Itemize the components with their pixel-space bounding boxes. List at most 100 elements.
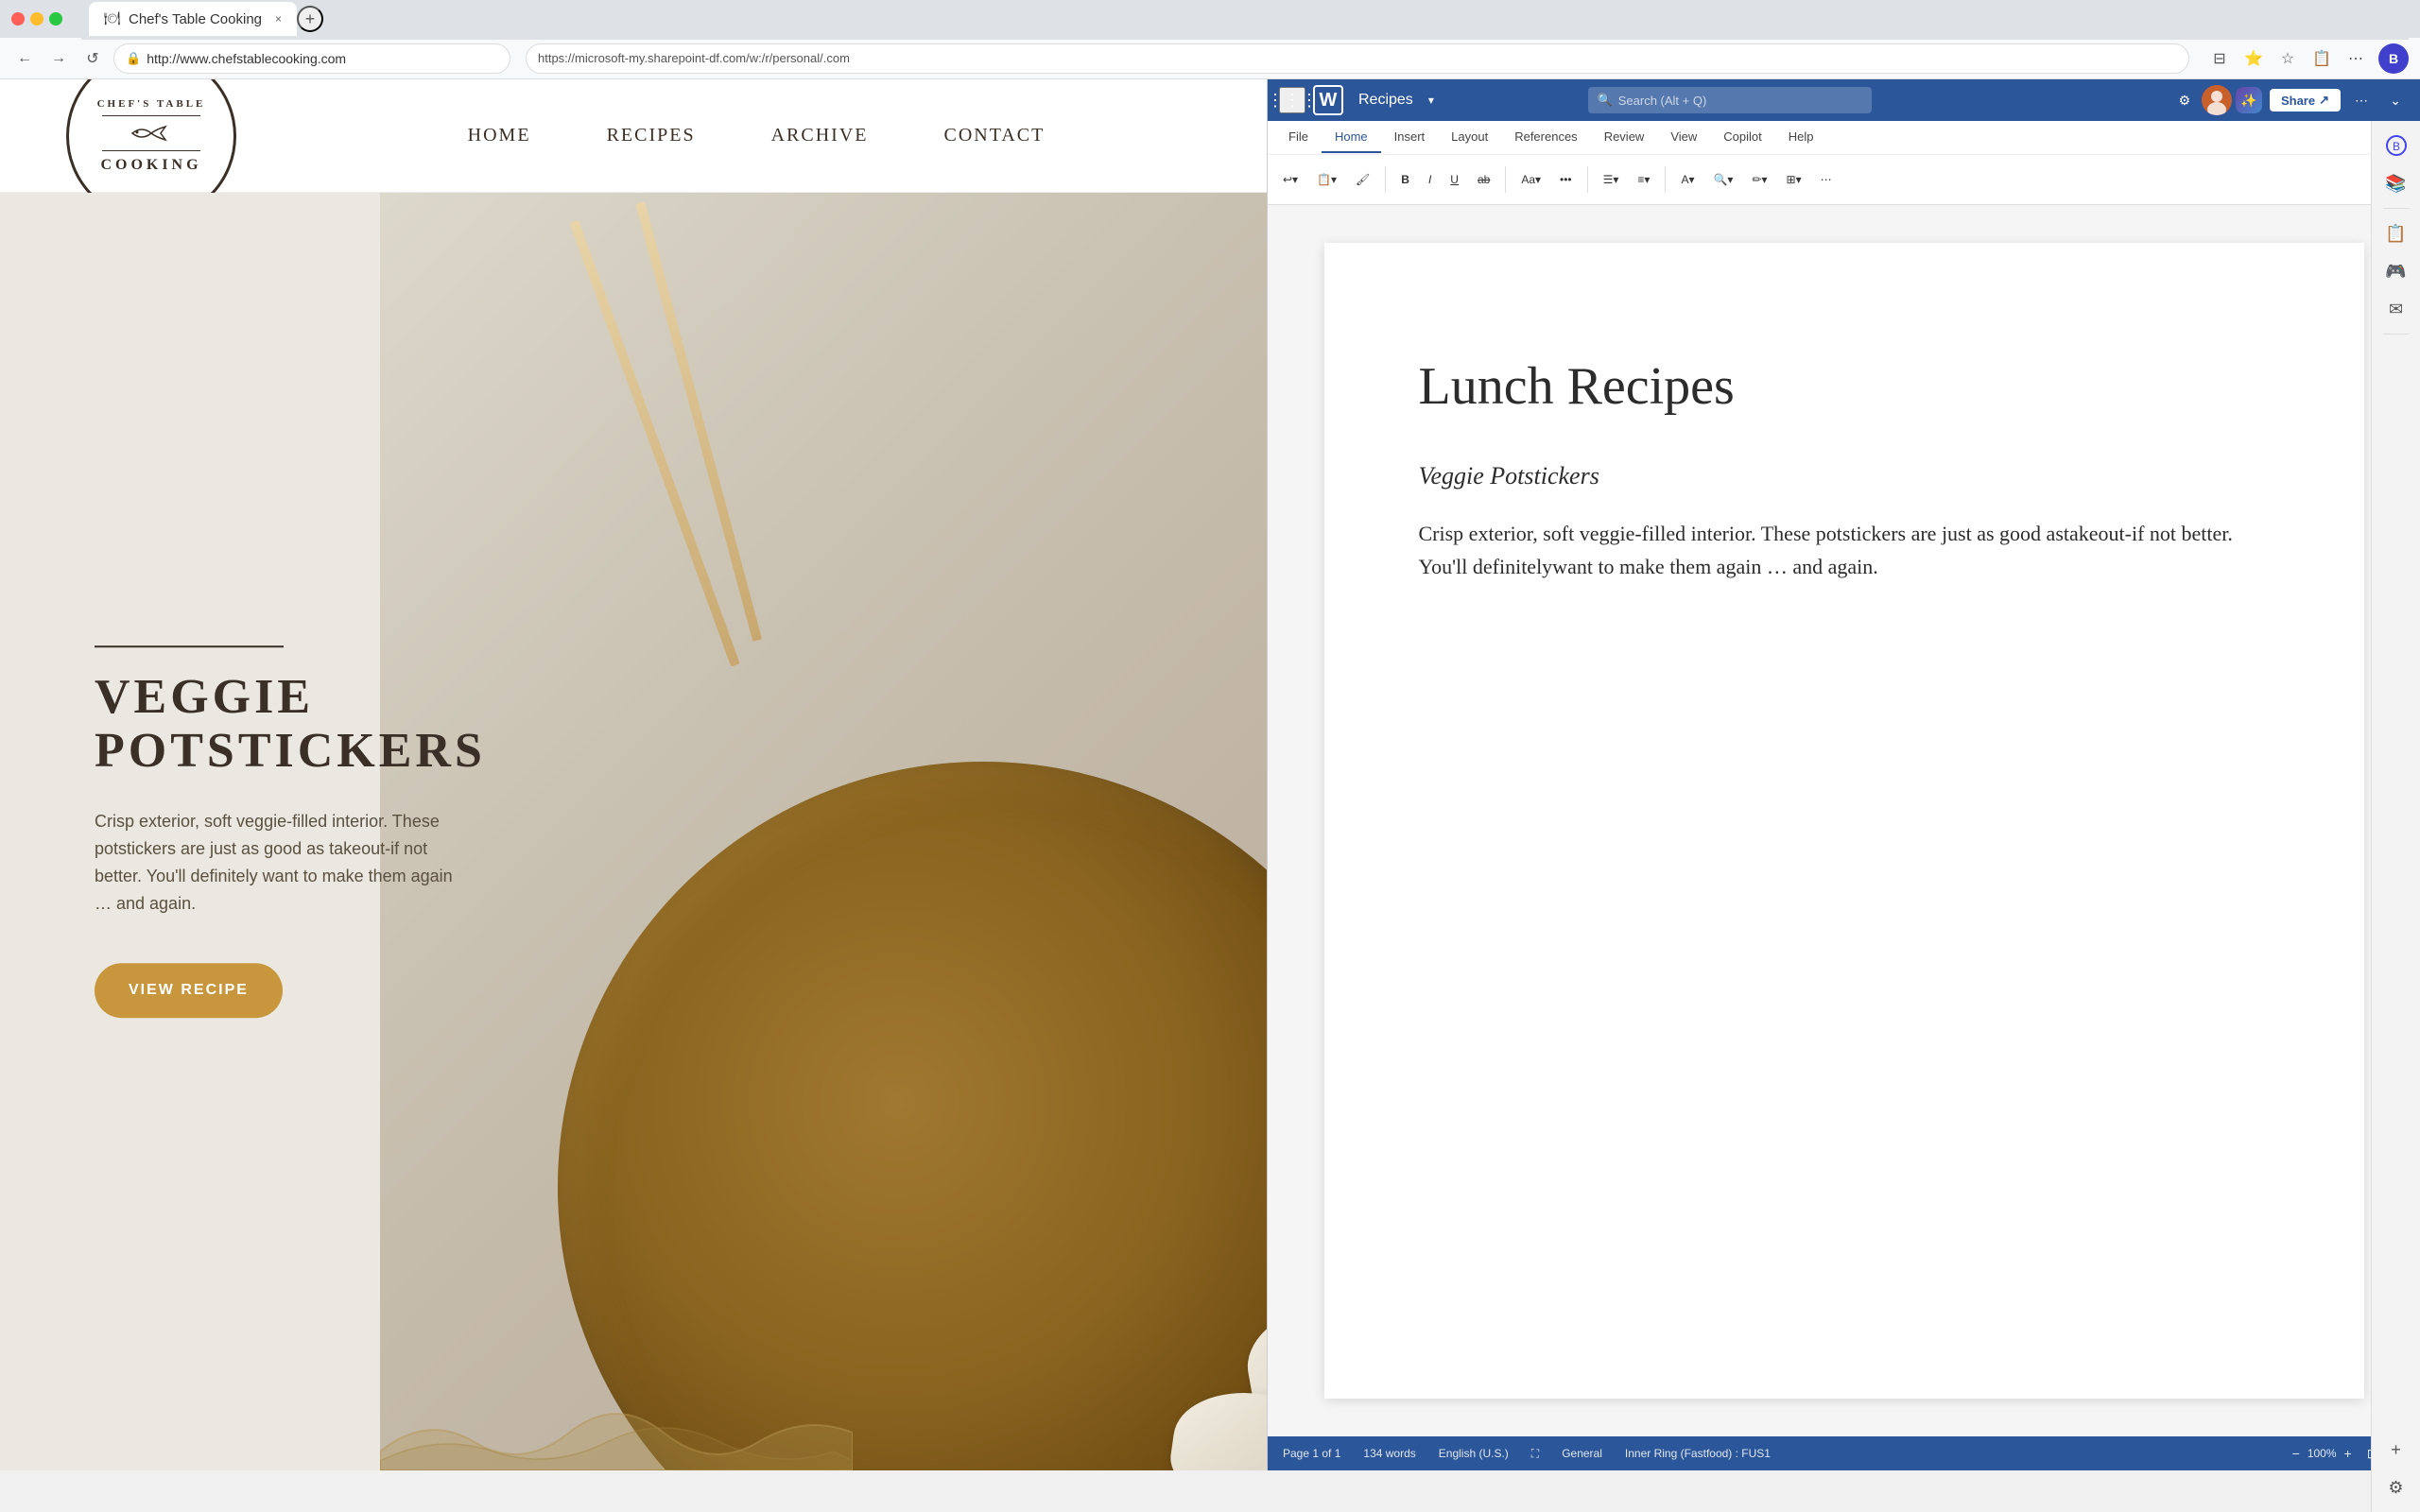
ribbon-tab-file[interactable]: File — [1275, 122, 1322, 153]
ring-indicator: Inner Ring (Fastfood) : FUS1 — [1625, 1447, 1771, 1460]
logo-divider — [102, 115, 200, 116]
title-bar: 🍽 Chef's Table Cooking × + — [0, 0, 2420, 38]
doc-name-dropdown-icon[interactable]: ▾ — [1428, 94, 1434, 107]
hero-content: VEGGIE POTSTICKERS Crisp exterior, soft … — [95, 645, 454, 1018]
word-search-placeholder: Search (Alt + Q) — [1618, 94, 1707, 108]
word-count: 134 words — [1363, 1447, 1415, 1460]
word-online-panel: ⋮⋮⋮ W Recipes ▾ 🔍 Search (Alt + Q) ⚙ — [1267, 79, 2420, 1470]
tab-close-icon[interactable]: × — [275, 12, 282, 26]
find-button[interactable]: 🔍▾ — [1705, 166, 1740, 193]
toolbar-right-icons: ⊟ ⭐ ☆ 📋 ⋯ B — [2204, 43, 2409, 74]
app-grid-button[interactable]: ⋮⋮⋮ — [1279, 87, 1305, 113]
word-ribbon: File Home Insert Layout References Revie… — [1268, 121, 2420, 205]
maximize-button[interactable] — [49, 12, 62, 26]
ribbon-tab-bar: File Home Insert Layout References Revie… — [1268, 121, 2420, 155]
word-doc-name-button[interactable]: Recipes — [1351, 88, 1421, 112]
editor-button[interactable]: ✏▾ — [1744, 166, 1774, 193]
align-button[interactable]: ≡▾ — [1630, 166, 1657, 193]
ribbon-tab-review[interactable]: Review — [1591, 122, 1658, 153]
word-share-button[interactable]: Share ↗ — [2270, 89, 2341, 112]
sidebar-copilot-icon[interactable]: B — [2379, 129, 2413, 163]
sidebar-outlook-icon[interactable]: ✉ — [2379, 292, 2413, 326]
ribbon-more-button[interactable]: ⋯ — [1813, 166, 1840, 193]
bullets-button[interactable]: ☰▾ — [1596, 166, 1627, 193]
hero-title-line2: POTSTICKERS — [95, 724, 486, 778]
word-more-button[interactable]: ⋯ — [2348, 87, 2375, 113]
logo-text-bottom: COOKING — [100, 157, 201, 174]
zoom-level: 100% — [2308, 1447, 2337, 1460]
window-controls — [11, 12, 62, 26]
ribbon-tab-view[interactable]: View — [1657, 122, 1710, 153]
ribbon-tab-layout[interactable]: Layout — [1438, 122, 1501, 153]
word-top-bar: ⋮⋮⋮ W Recipes ▾ 🔍 Search (Alt + Q) ⚙ — [1268, 79, 2420, 121]
ribbon-tab-insert[interactable]: Insert — [1381, 122, 1439, 153]
word-copilot-button[interactable]: ✨ — [2236, 87, 2262, 113]
highlight-button[interactable]: A▾ — [1673, 166, 1702, 193]
sidebar-collections-icon[interactable]: 📚 — [2379, 166, 2413, 200]
format-painter-button[interactable]: 🖌 — [1348, 166, 1377, 193]
url-text: https://microsoft-my.sharepoint-df.com/w… — [538, 51, 850, 65]
font-size-button[interactable]: Aa▾ — [1513, 166, 1548, 193]
forward-button[interactable]: → — [45, 45, 72, 72]
bold-button[interactable]: B — [1393, 166, 1417, 193]
italic-button[interactable]: I — [1421, 166, 1439, 193]
zoom-out-button[interactable]: − — [2292, 1446, 2300, 1461]
ribbon-sep-2 — [1505, 166, 1506, 193]
view-recipe-button[interactable]: VIEW RECIPE — [95, 963, 283, 1018]
bookmark-button[interactable]: ☆ — [2273, 43, 2303, 74]
language-indicator: English (U.S.) — [1439, 1447, 1509, 1460]
logo-text-top: CHEF'S TABLE — [97, 98, 206, 110]
table-button[interactable]: ⊞▾ — [1779, 166, 1809, 193]
sharepoint-url-bar[interactable]: https://microsoft-my.sharepoint-df.com/w… — [526, 43, 2189, 74]
word-settings-button[interactable]: ⚙ — [2171, 87, 2198, 113]
minimize-button[interactable] — [30, 12, 43, 26]
sidebar-divider — [2383, 208, 2410, 209]
share-label: Share — [2281, 94, 2315, 108]
browser-toolbar: ← → ↺ 🔒 http://www.chefstablecooking.com… — [0, 38, 2420, 79]
back-button[interactable]: ← — [11, 45, 38, 72]
sidebar-history-icon[interactable]: 📋 — [2379, 216, 2413, 250]
nav-contact[interactable]: CONTACT — [943, 125, 1045, 146]
word-expand-button[interactable]: ⌄ — [2382, 87, 2409, 113]
user-avatar[interactable] — [2202, 85, 2232, 115]
more-format-button[interactable]: ••• — [1552, 166, 1580, 193]
zoom-controls: − 100% + — [2292, 1446, 2352, 1461]
ribbon-tools-bar: ↩▾ 📋▾ 🖌 B I U ab Aa▾ ••• ☰▾ ≡▾ A▾ — [1268, 155, 2420, 204]
wooden-plate — [558, 762, 1267, 1470]
zoom-in-button[interactable]: + — [2344, 1446, 2352, 1461]
refresh-button[interactable]: ↺ — [79, 45, 106, 72]
bing-button[interactable]: B — [2378, 43, 2409, 74]
new-tab-button[interactable]: + — [297, 6, 323, 32]
sidebar-settings-icon[interactable]: ⚙ — [2379, 1470, 2413, 1504]
ribbon-tab-help[interactable]: Help — [1775, 122, 1827, 153]
sidebar-add-icon[interactable]: + — [2379, 1433, 2413, 1467]
nav-home[interactable]: HOME — [468, 125, 531, 146]
clipboard-button[interactable]: 📋▾ — [1309, 166, 1344, 193]
chopstick-1 — [569, 219, 739, 666]
collections-button[interactable]: 📋 — [2307, 43, 2337, 74]
word-search-icon: 🔍 — [1598, 93, 1613, 108]
general-text: General — [1562, 1447, 1602, 1460]
nav-archive[interactable]: ARCHIVE — [771, 125, 869, 146]
active-tab[interactable]: 🍽 Chef's Table Cooking × — [89, 2, 297, 36]
word-status-bar: Page 1 of 1 134 words English (U.S.) ⛶ G… — [1268, 1436, 2420, 1470]
more-options-button[interactable]: ⋯ — [2341, 43, 2371, 74]
favorites-icon-button[interactable]: ⭐ — [2238, 43, 2269, 74]
strikethrough-button[interactable]: ab — [1470, 166, 1497, 193]
ribbon-tab-references[interactable]: References — [1501, 122, 1590, 153]
undo-button[interactable]: ↩▾ — [1275, 166, 1305, 193]
sidebar-games-icon[interactable]: 🎮 — [2379, 254, 2413, 288]
wave-decoration — [380, 1376, 853, 1470]
underline-button[interactable]: U — [1443, 166, 1466, 193]
ribbon-tab-copilot[interactable]: Copilot — [1710, 122, 1774, 153]
word-search-box[interactable]: 🔍 Search (Alt + Q) — [1588, 87, 1872, 113]
page-count: Page 1 of 1 — [1283, 1447, 1340, 1460]
close-button[interactable] — [11, 12, 25, 26]
word-recipe-name: Veggie Potstickers — [1419, 462, 2270, 490]
hero-divider-line — [95, 645, 284, 647]
split-screen-button[interactable]: ⊟ — [2204, 43, 2235, 74]
ribbon-tab-home[interactable]: Home — [1322, 122, 1381, 153]
hero-description: Crisp exterior, soft veggie-filled inter… — [95, 809, 454, 918]
nav-recipes[interactable]: RECIPES — [607, 125, 696, 146]
address-bar[interactable]: 🔒 http://www.chefstablecooking.com — [113, 43, 510, 74]
